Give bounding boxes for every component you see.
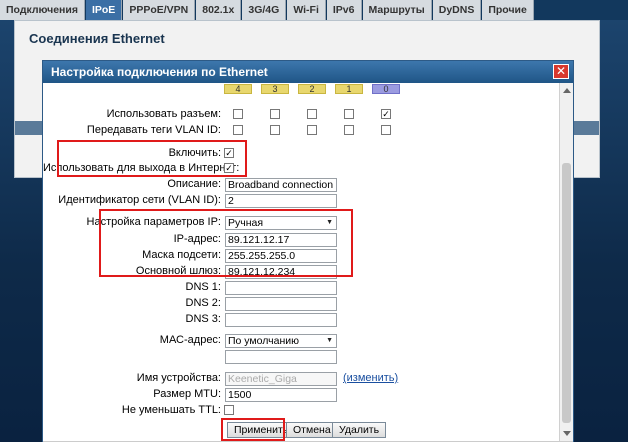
port-icon-4: 4 — [224, 84, 252, 94]
dns2-label: DNS 2: — [185, 297, 221, 309]
description-label: Описание: — [167, 178, 221, 190]
tab-5[interactable]: Wi-Fi — [287, 0, 326, 20]
port-icon-2: 2 — [298, 84, 326, 94]
mtu-label: Размер MTU: — [153, 388, 221, 400]
mac-select[interactable]: По умолчанию — [225, 334, 337, 348]
top-tabs: Подключения IPoE PPPoE/VPN 802.1x 3G/4G Wi-Fi… — [0, 0, 628, 20]
tab-4[interactable]: 3G/4G — [242, 0, 287, 20]
scroll-thumb[interactable] — [562, 163, 571, 423]
vlan-tags-label: Передавать теги VLAN ID: — [86, 124, 221, 136]
mac-value: По умолчанию — [228, 335, 300, 347]
dns1-input[interactable] — [225, 281, 337, 295]
ethernet-settings-dialog: Настройка подключения по Ethernet ✕ 4321… — [42, 60, 574, 442]
vlan-tag-checkbox-4[interactable] — [233, 125, 243, 135]
port-icon-0: 0 — [372, 84, 400, 94]
dns2-input[interactable] — [225, 297, 337, 311]
dns3-label: DNS 3: — [185, 313, 221, 325]
device-name-input: Keenetic_Giga — [225, 372, 337, 386]
description-input[interactable]: Broadband connection — [225, 178, 337, 192]
mac-custom-input[interactable] — [225, 350, 337, 364]
use-port-checkbox-0[interactable]: ✓ — [381, 109, 391, 119]
use-port-label: Использовать разъем: — [106, 108, 221, 120]
vlan-tag-checkbox-2[interactable] — [307, 125, 317, 135]
scroll-down-icon[interactable] — [563, 431, 571, 436]
vlan-tag-checkbox-3[interactable] — [270, 125, 280, 135]
dialog-titlebar: Настройка подключения по Ethernet — [43, 61, 573, 83]
dialog-title: Настройка подключения по Ethernet — [51, 65, 268, 79]
vlan-tag-checkbox-0[interactable] — [381, 125, 391, 135]
change-device-name-link[interactable]: (изменить) — [343, 372, 398, 384]
tab-0[interactable]: Подключения — [0, 0, 85, 20]
use-port-checkbox-4[interactable] — [233, 109, 243, 119]
device-name-label: Имя устройства: — [136, 372, 221, 384]
port-icon-1: 1 — [335, 84, 363, 94]
ttl-label: Не уменьшать TTL: — [121, 404, 221, 416]
tab-1[interactable]: IPoE — [85, 0, 123, 20]
close-icon[interactable]: ✕ — [553, 64, 569, 79]
tab-3[interactable]: 802.1x — [196, 0, 242, 20]
vlan-tag-checkbox-1[interactable] — [344, 125, 354, 135]
page-title: Соединения Ethernet — [29, 31, 165, 46]
port-icon-3: 3 — [261, 84, 289, 94]
tab-7[interactable]: Маршруты — [362, 0, 432, 20]
highlight-apply-box — [221, 418, 285, 441]
tab-6[interactable]: IPv6 — [326, 0, 362, 20]
cancel-button[interactable]: Отмена — [286, 422, 338, 438]
vlan-id-input[interactable]: 2 — [225, 194, 337, 208]
dns3-input[interactable] — [225, 313, 337, 327]
dialog-scrollbar[interactable] — [559, 83, 573, 441]
delete-button[interactable]: Удалить — [332, 422, 387, 438]
use-port-checkbox-2[interactable] — [307, 109, 317, 119]
mtu-input[interactable]: 1500 — [225, 388, 337, 402]
ttl-checkbox[interactable] — [224, 405, 234, 415]
highlight-enable-box — [57, 140, 247, 177]
vlan-id-label: Идентификатор сети (VLAN ID): — [58, 194, 221, 206]
scroll-up-icon[interactable] — [563, 88, 571, 93]
tab-2[interactable]: PPPoE/VPN — [123, 0, 196, 20]
tab-9[interactable]: Прочие — [482, 0, 534, 20]
tab-8[interactable]: DyDNS — [432, 0, 482, 20]
use-port-checkbox-1[interactable] — [344, 109, 354, 119]
use-port-checkbox-3[interactable] — [270, 109, 280, 119]
dns1-label: DNS 1: — [185, 281, 221, 293]
mac-label: МАС-адрес: — [159, 334, 221, 346]
highlight-ip-box — [99, 209, 353, 277]
